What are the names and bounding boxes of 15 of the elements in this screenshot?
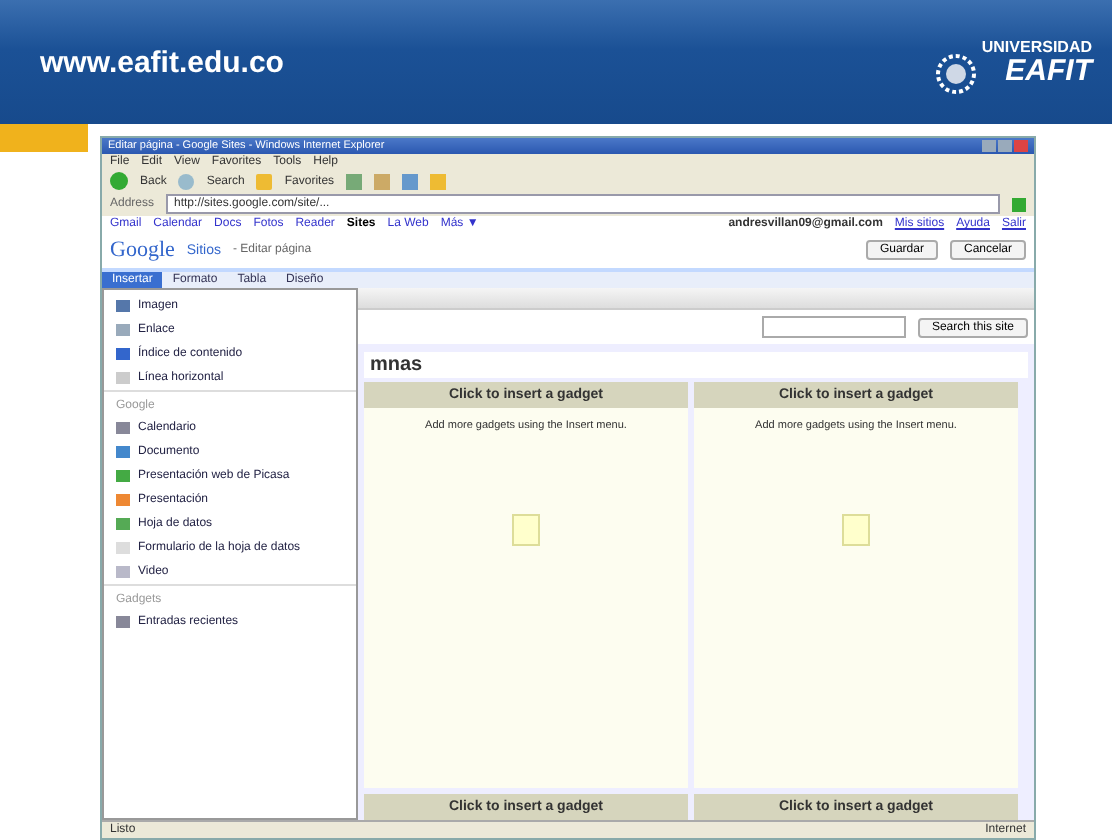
gadget-icon <box>842 514 870 546</box>
university-label: UNIVERSIDAD <box>981 38 1092 56</box>
gadget-icon <box>512 514 540 546</box>
window-controls-icon[interactable] <box>982 140 1028 152</box>
back-icon[interactable] <box>110 172 128 190</box>
format-toolbar[interactable] <box>358 288 1034 310</box>
university-name: EAFIT <box>1005 56 1092 86</box>
google-logo: Google <box>110 238 175 262</box>
page-title: mnas <box>364 352 1028 378</box>
accent-stripe <box>0 124 88 152</box>
search-field[interactable] <box>761 316 906 338</box>
site-url: www.eafit.edu.co <box>40 45 284 79</box>
go-icon[interactable] <box>1012 197 1026 211</box>
seal-icon <box>935 54 976 94</box>
item-icon <box>116 616 130 628</box>
